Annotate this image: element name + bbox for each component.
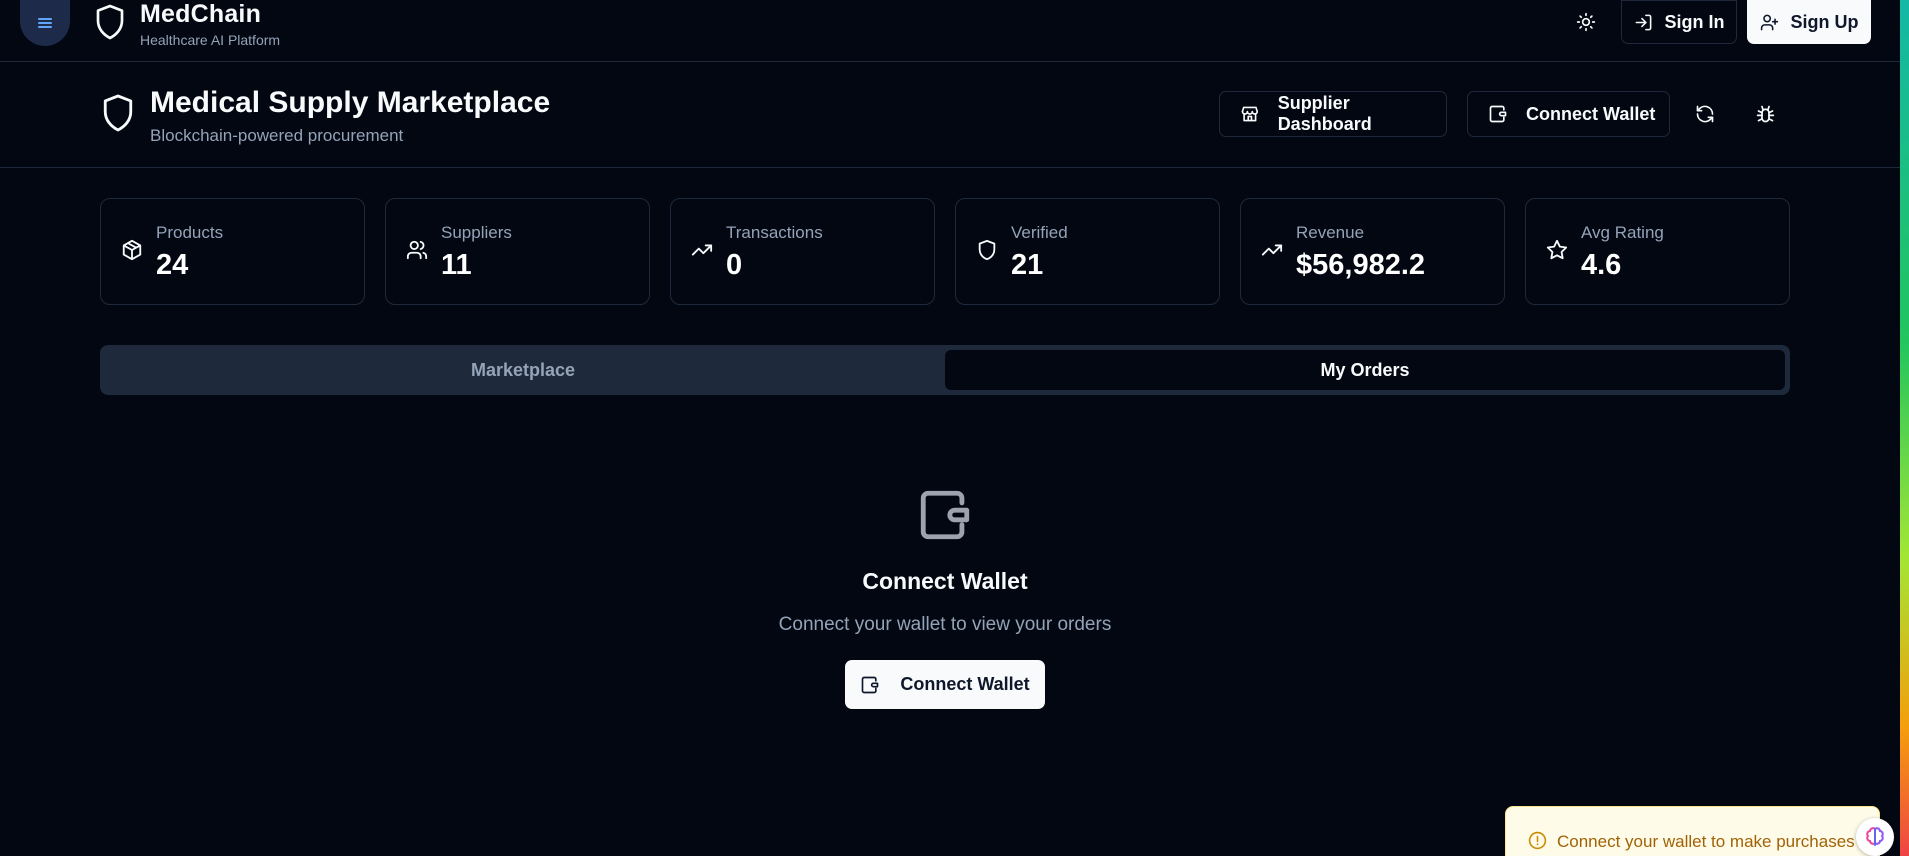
users-icon — [406, 239, 428, 261]
sign-in-label: Sign In — [1664, 11, 1725, 32]
stat-label: Revenue — [1296, 223, 1365, 242]
connect-wallet-header-label: Connect Wallet — [1526, 103, 1656, 124]
tab-marketplace[interactable]: Marketplace — [105, 350, 941, 390]
shield-icon — [976, 239, 998, 261]
stat-value: 21 — [1011, 249, 1044, 281]
wallet-icon — [861, 676, 879, 693]
brain-icon — [1866, 827, 1884, 846]
log-in-icon — [1635, 14, 1651, 30]
stat-label: Suppliers — [441, 223, 512, 242]
sign-up-button[interactable]: Sign Up — [1747, 0, 1871, 44]
ai-assistant-button[interactable] — [1856, 818, 1894, 856]
connect-wallet-button[interactable]: Connect Wallet — [845, 660, 1045, 709]
connect-wallet-label: Connect Wallet — [900, 674, 1030, 694]
stat-card-revenue: Revenue $56,982.2 — [1240, 198, 1505, 305]
sign-up-label: Sign Up — [1790, 11, 1859, 32]
connect-wallet-header-button[interactable]: Connect Wallet — [1467, 91, 1670, 137]
stat-card-avg-rating: Avg Rating 4.6 — [1525, 198, 1790, 305]
toast-message: Connect your wallet to make purchases — [1557, 832, 1855, 851]
page-title: Medical Supply Marketplace — [150, 86, 551, 119]
wallet-large-icon — [916, 486, 974, 544]
stat-value: 0 — [726, 249, 743, 281]
stat-value: 24 — [156, 249, 189, 281]
supplier-dashboard-label: Supplier Dashboard — [1277, 93, 1372, 134]
stat-card-products: Products 24 — [100, 198, 365, 305]
marketplace-shield-icon — [101, 93, 135, 133]
trending-up-icon — [691, 239, 713, 261]
refresh-icon — [1696, 105, 1714, 123]
stat-card-verified: Verified 21 — [955, 198, 1220, 305]
stat-value: 4.6 — [1581, 249, 1622, 281]
supplier-dashboard-button[interactable]: Supplier Dashboard — [1219, 91, 1447, 137]
page-subtitle: Blockchain-powered procurement — [150, 126, 404, 145]
empty-state-message: Connect your wallet to view your orders — [778, 614, 1112, 635]
stat-value: $56,982.2 — [1296, 249, 1426, 281]
wallet-icon — [1489, 105, 1507, 123]
stat-label: Products — [156, 223, 224, 242]
page-scrollbar[interactable] — [1900, 0, 1909, 856]
alert-circle-icon — [1528, 831, 1547, 850]
theme-toggle-button[interactable] — [1570, 8, 1602, 36]
menu-icon — [38, 18, 52, 28]
star-icon — [1546, 239, 1568, 261]
store-icon — [1241, 106, 1259, 122]
sun-icon — [1576, 12, 1596, 32]
tab-my-orders[interactable]: My Orders — [945, 350, 1785, 390]
stat-card-transactions: Transactions 0 — [670, 198, 935, 305]
package-icon — [121, 239, 143, 261]
top-nav: MedChain Healthcare AI Platform Sign In … — [0, 0, 1900, 62]
stat-card-suppliers: Suppliers 11 — [385, 198, 650, 305]
debug-button[interactable] — [1748, 99, 1782, 129]
refresh-button[interactable] — [1688, 99, 1722, 129]
stat-label: Verified — [1011, 223, 1068, 242]
menu-button[interactable] — [20, 0, 70, 46]
stat-value: 11 — [441, 249, 472, 281]
brand-subtitle: Healthcare AI Platform — [140, 32, 281, 48]
empty-state-title: Connect Wallet — [862, 568, 1028, 594]
page-header: Medical Supply Marketplace Blockchain-po… — [0, 62, 1900, 168]
user-plus-icon — [1760, 14, 1778, 30]
stat-label: Transactions — [726, 223, 823, 242]
trending-up-icon — [1261, 239, 1283, 261]
sign-in-button[interactable]: Sign In — [1621, 0, 1737, 44]
brand-shield-icon — [94, 3, 126, 41]
stat-label: Avg Rating — [1581, 223, 1664, 242]
brand-name: MedChain — [140, 0, 262, 28]
toast-notification: Connect your wallet to make purchases — [1505, 806, 1880, 856]
tab-list: Marketplace My Orders — [100, 345, 1790, 395]
bug-icon — [1756, 105, 1774, 122]
